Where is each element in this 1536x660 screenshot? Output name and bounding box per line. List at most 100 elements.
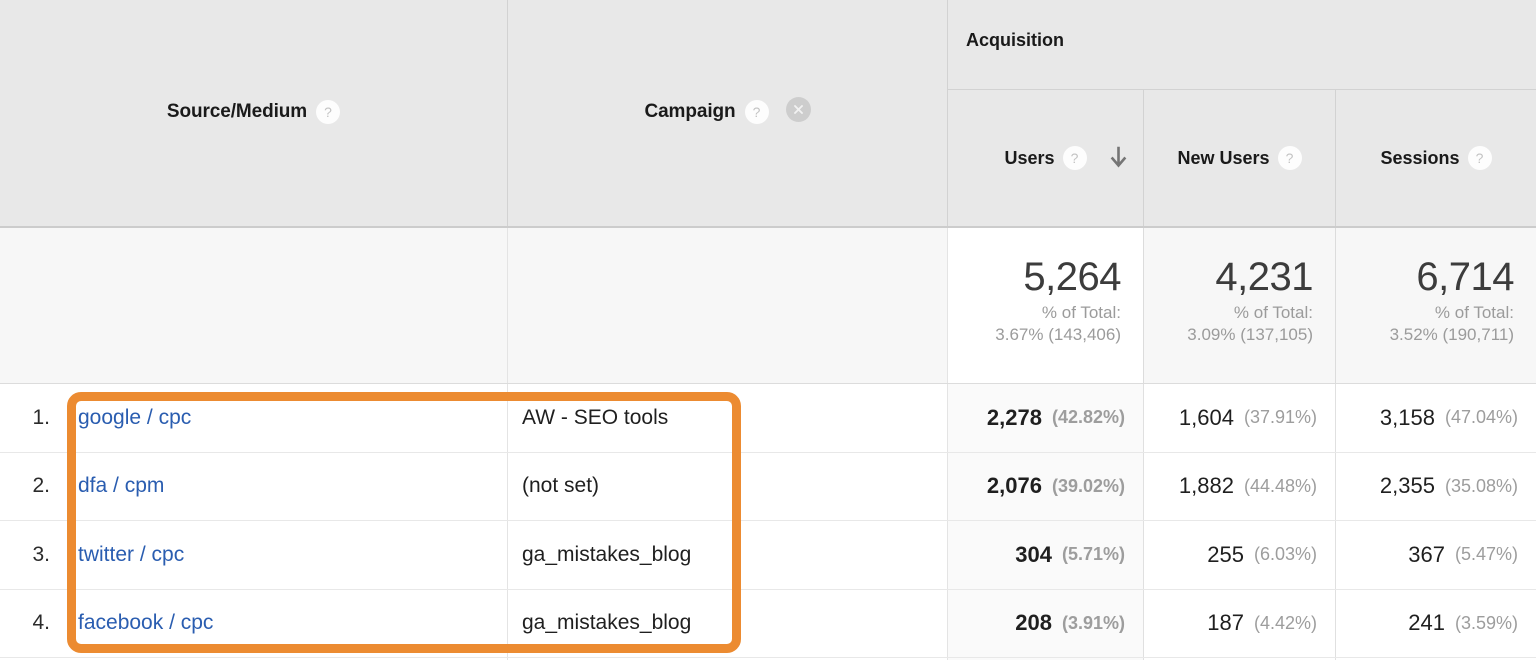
row-index: 3.	[32, 542, 50, 566]
summary-percent-detail: 3.67% (143,406)	[995, 324, 1121, 344]
metric-value: 304	[1015, 541, 1052, 567]
metric-value: 1,604	[1178, 404, 1234, 430]
cell-sessions: 3,158 (47.04%)	[1336, 384, 1536, 452]
help-circle-icon[interactable]: ?	[316, 100, 341, 124]
summary-value: 6,714	[1416, 255, 1514, 299]
cell-users: 304 (5.71%)	[948, 521, 1144, 589]
summary-percent-label: % of Total:	[1041, 303, 1121, 322]
acquisition-report-table: Source/Medium ? Campaign ? Acquisition U…	[0, 0, 1536, 660]
summary-totals-row: 5,264 % of Total: 3.67% (143,406) 4,231 …	[0, 228, 1536, 384]
help-circle-icon[interactable]: ?	[744, 100, 769, 124]
column-header-new-users[interactable]: New Users ?	[1144, 90, 1336, 226]
cell-new-users: 255 (6.03%)	[1144, 521, 1336, 589]
row-index: 2.	[32, 474, 50, 498]
help-circle-icon[interactable]: ?	[1062, 146, 1087, 170]
cell-sessions: 241 (3.59%)	[1336, 590, 1536, 658]
metric-percent: (6.03%)	[1253, 544, 1317, 565]
row-index: 1.	[32, 405, 50, 429]
summary-blank-source-medium	[0, 228, 508, 383]
table-row: 4. facebook / cpc ga_mistakes_blog 208 (…	[0, 589, 1536, 658]
metric-percent: (35.08%)	[1444, 475, 1518, 496]
metric-value: 3,158	[1379, 404, 1435, 430]
metric-percent: (5.47%)	[1454, 544, 1518, 565]
summary-percent-detail: 3.09% (137,105)	[1187, 324, 1313, 344]
metric-value: 2,278	[986, 404, 1042, 430]
column-header-source-medium[interactable]: Source/Medium ?	[0, 0, 508, 226]
cell-users: 2,076 (39.02%)	[948, 452, 1144, 520]
column-header-users[interactable]: Users ?	[948, 90, 1144, 226]
metric-value: 241	[1408, 610, 1445, 636]
metric-percent: (4.42%)	[1253, 612, 1317, 633]
metric-value: 255	[1207, 541, 1244, 567]
metric-percent: (3.91%)	[1061, 612, 1125, 633]
summary-cell-new-users: 4,231 % of Total: 3.09% (137,105)	[1144, 228, 1336, 383]
metric-percent: (3.59%)	[1454, 612, 1518, 633]
metric-group-title: Acquisition	[966, 30, 1064, 50]
metric-value: 1,882	[1178, 473, 1234, 499]
cell-users: 2,278 (42.82%)	[948, 384, 1144, 452]
summary-percent-label: % of Total:	[1434, 303, 1514, 322]
cell-new-users: 1,604 (37.91%)	[1144, 384, 1336, 452]
metric-value: 2,076	[986, 473, 1042, 499]
cell-new-users: 187 (4.42%)	[1144, 589, 1336, 657]
source-medium-link[interactable]: google / cpc	[62, 406, 191, 430]
cell-new-users: 1,882 (44.48%)	[1144, 452, 1336, 520]
cell-source-medium: 2. dfa / cpm	[0, 452, 508, 520]
cell-campaign: ga_mistakes_blog	[508, 521, 948, 589]
column-header-label: Users	[1004, 147, 1055, 168]
summary-percent-of-total: % of Total: 3.67% (143,406)	[995, 302, 1121, 346]
help-circle-icon[interactable]: ?	[1277, 146, 1302, 170]
column-header-label: Sessions	[1380, 147, 1460, 168]
summary-cell-sessions: 6,714 % of Total: 3.52% (190,711)	[1336, 228, 1536, 383]
metric-percent: (47.04%)	[1444, 407, 1518, 428]
source-medium-link[interactable]: dfa / cpm	[62, 474, 164, 498]
summary-cell-users: 5,264 % of Total: 3.67% (143,406)	[948, 228, 1144, 383]
summary-value: 5,264	[1023, 255, 1121, 299]
cell-campaign: (not set)	[508, 452, 948, 520]
help-circle-icon[interactable]: ?	[1467, 146, 1492, 170]
cell-source-medium: 3. twitter / cpc	[0, 521, 508, 589]
arrow-down-icon[interactable]	[1110, 146, 1127, 170]
column-header-label: New Users	[1177, 147, 1270, 168]
row-index: 4.	[32, 611, 50, 635]
cell-sessions: 2,355 (35.08%)	[1336, 453, 1536, 521]
summary-blank-campaign	[508, 228, 948, 383]
close-circle-icon[interactable]	[785, 96, 811, 122]
column-header-campaign[interactable]: Campaign ?	[508, 0, 948, 226]
metric-value: 2,355	[1379, 473, 1435, 499]
cell-users: 208 (3.91%)	[948, 589, 1144, 657]
source-medium-link[interactable]: twitter / cpc	[62, 543, 184, 567]
metric-percent: (39.02%)	[1051, 475, 1125, 496]
metric-value: 208	[1015, 610, 1052, 636]
metric-percent: (42.82%)	[1051, 407, 1125, 428]
table-row: 1. google / cpc AW - SEO tools 2,278 (42…	[0, 384, 1536, 453]
source-medium-link[interactable]: facebook / cpc	[62, 611, 213, 635]
campaign-value: ga_mistakes_blog	[522, 542, 692, 566]
metric-percent: (44.48%)	[1243, 475, 1317, 496]
summary-percent-label: % of Total:	[1233, 303, 1313, 322]
metric-value: 367	[1408, 541, 1445, 567]
campaign-value: AW - SEO tools	[522, 405, 669, 429]
cell-source-medium: 1. google / cpc	[0, 384, 508, 452]
summary-value: 4,231	[1215, 255, 1313, 299]
campaign-value: ga_mistakes_blog	[522, 611, 692, 635]
summary-percent-of-total: % of Total: 3.52% (190,711)	[1390, 302, 1514, 346]
table-body: 1. google / cpc AW - SEO tools 2,278 (42…	[0, 384, 1536, 660]
table-header: Source/Medium ? Campaign ? Acquisition U…	[0, 0, 1536, 228]
metric-percent: (5.71%)	[1061, 544, 1125, 565]
table-row: 2. dfa / cpm (not set) 2,076 (39.02%) 1,…	[0, 452, 1536, 521]
column-header-sessions[interactable]: Sessions ?	[1336, 90, 1536, 226]
column-header-label: Source/Medium	[166, 101, 308, 122]
metric-columns-group: Acquisition Users ? New Users ? Sessions…	[948, 0, 1536, 226]
column-header-label: Campaign	[644, 101, 736, 122]
metric-value: 187	[1207, 610, 1244, 636]
table-row: 3. twitter / cpc ga_mistakes_blog 304 (5…	[0, 521, 1536, 590]
cell-sessions: 367 (5.47%)	[1336, 521, 1536, 589]
summary-percent-detail: 3.52% (190,711)	[1389, 324, 1514, 344]
cell-campaign: AW - SEO tools	[508, 384, 948, 452]
summary-percent-of-total: % of Total: 3.09% (137,105)	[1187, 302, 1313, 346]
campaign-value: (not set)	[522, 474, 600, 498]
metric-percent: (37.91%)	[1243, 407, 1317, 428]
metric-group-header: Acquisition	[948, 0, 1536, 90]
cell-source-medium: 4. facebook / cpc	[0, 589, 508, 657]
